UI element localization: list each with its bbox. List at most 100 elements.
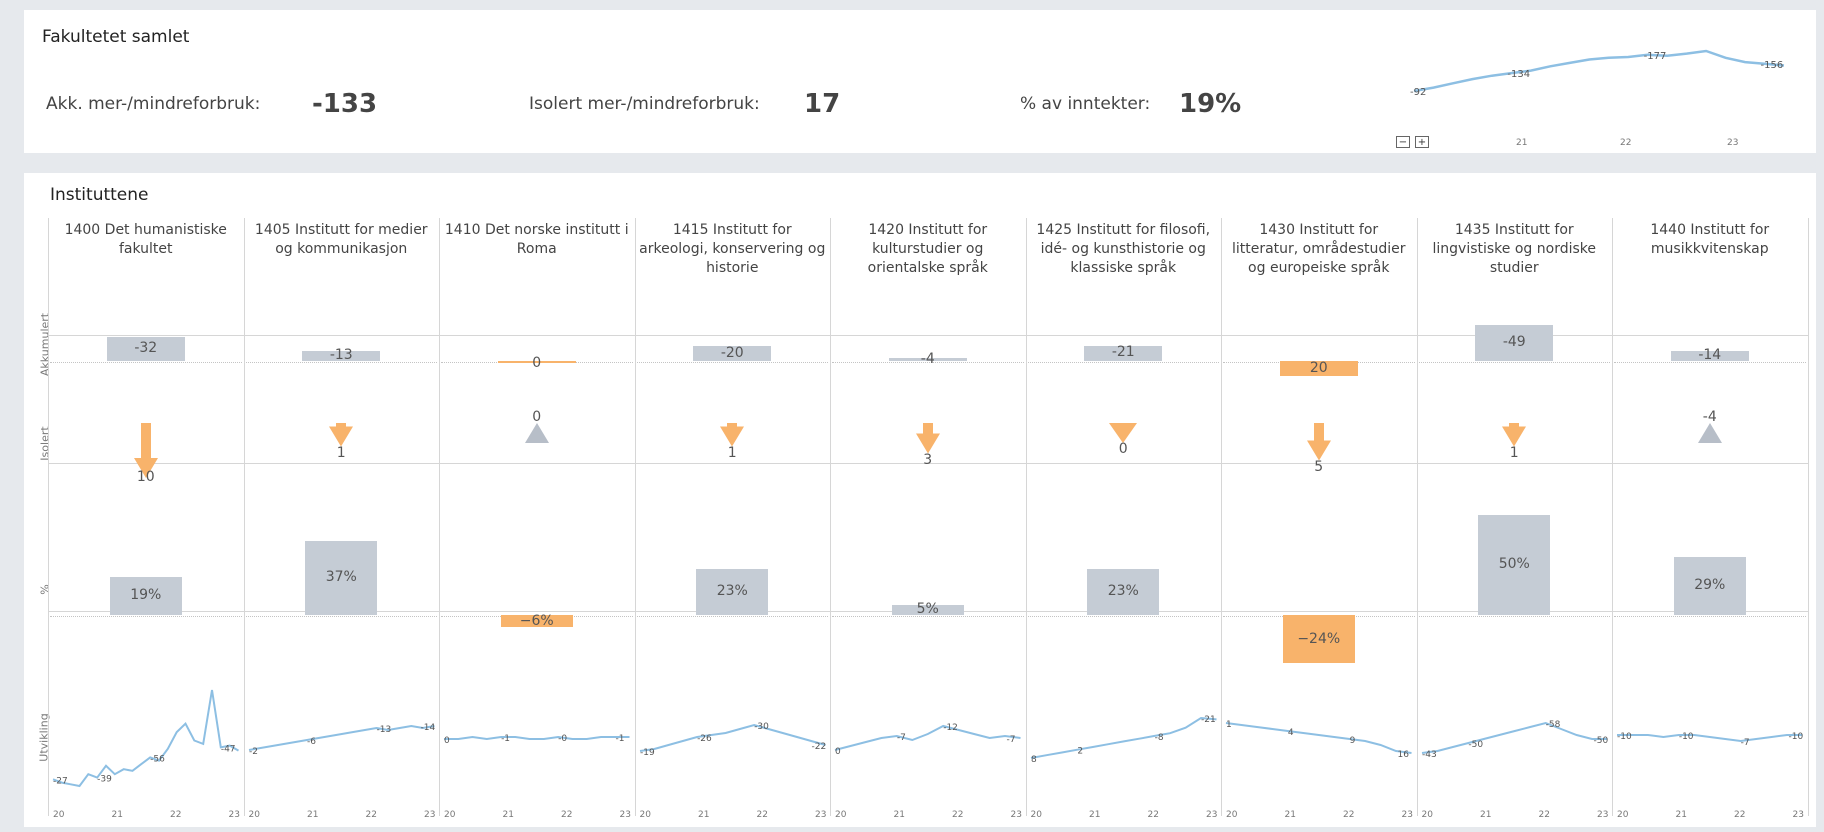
summary-tick: 23 — [1727, 138, 1739, 148]
utvikling-x-tick: 20 — [248, 810, 260, 820]
grid-col-divider — [1221, 218, 1222, 816]
summary-tick: 22 — [1620, 138, 1632, 148]
utvikling-x-tick: 22 — [365, 810, 377, 820]
isolert-arrow-shape — [1697, 423, 1722, 443]
pct-value: 5% — [916, 601, 939, 617]
utvikling-label: 9 — [1350, 736, 1356, 746]
row-baseline-akk — [1027, 361, 1219, 363]
utvikling-x-tick: 21 — [698, 810, 710, 820]
utvikling-x-tick: 20 — [53, 810, 65, 820]
isolert-arrow-shape — [524, 423, 549, 443]
isolert-value: 1 — [727, 444, 737, 461]
kpi-pct-value: 19% — [1179, 89, 1242, 119]
isolert-arrow-shape — [915, 423, 940, 454]
utvikling-label: -6 — [306, 737, 315, 747]
utvikling-x-tick: 20 — [835, 810, 847, 820]
utvikling-label: -12 — [943, 723, 958, 733]
row-baseline-pct — [245, 615, 437, 617]
utvikling-path — [444, 735, 630, 741]
utvikling-x-tick: 21 — [111, 810, 123, 820]
utvikling-sparkline: 0 -1 -0 -1 — [444, 734, 630, 746]
isolert-arrow-shape — [1306, 423, 1331, 461]
utvikling-label: -10 — [1679, 732, 1694, 742]
institute-column-header[interactable]: 1425 Institutt for filosofi, idé- og kun… — [1030, 221, 1218, 278]
pct-value: −6% — [519, 613, 554, 629]
summary-sparkline-label: -156 — [1761, 60, 1784, 71]
kpi-pct-label: % av inntekter: — [1020, 94, 1151, 114]
utvikling-label: -22 — [811, 742, 826, 752]
utvikling-label: -8 — [1154, 733, 1163, 743]
akkumulert-value: 20 — [1309, 360, 1328, 377]
zoom-in-button[interactable]: + — [1415, 136, 1429, 148]
institute-column-header[interactable]: 1420 Institutt for kulturstudier og orie… — [834, 221, 1022, 278]
utvikling-label: 0 — [444, 736, 450, 746]
institute-column-header[interactable]: 1440 Institutt for musikkvitenskap — [1616, 221, 1804, 259]
utvikling-x-tick: 20 — [444, 810, 456, 820]
isolert-value: 5 — [1314, 458, 1324, 475]
isolert-arrow-shape — [720, 423, 745, 447]
utvikling-x-tick: 21 — [1480, 810, 1492, 820]
utvikling-label: -14 — [420, 723, 435, 733]
utvikling-label: -50 — [1468, 740, 1483, 750]
utvikling-path — [1421, 721, 1607, 754]
akkumulert-value: -21 — [1111, 344, 1135, 361]
zoom-out-button[interactable]: − — [1396, 136, 1410, 148]
institute-column-header[interactable]: 1400 Det humanistiske fakultet — [52, 221, 240, 259]
utvikling-x-tick: 23 — [1206, 810, 1218, 820]
summary-sparkline-label: -134 — [1507, 69, 1530, 80]
akkumulert-value: 0 — [532, 355, 542, 371]
utvikling-sparkline: 1 4 9 16 — [1225, 720, 1412, 760]
row-baseline-akk — [50, 361, 242, 363]
utvikling-x-tick: 23 — [619, 810, 631, 820]
row-baseline-pct — [1614, 615, 1806, 617]
utvikling-path — [639, 723, 826, 752]
utvikling-path — [248, 724, 435, 751]
isolert-arrow-shape — [1109, 423, 1138, 443]
summary-sparkline: -92 -134 -177 -156 — [1410, 49, 1785, 98]
utvikling-x-tick: 21 — [307, 810, 319, 820]
utvikling-x-tick: 20 — [1030, 810, 1042, 820]
utvikling-label: -2 — [249, 747, 258, 757]
utvikling-label: 8 — [1031, 755, 1037, 765]
isolert-value: 1 — [1509, 444, 1519, 461]
summary-tick: 21 — [1516, 138, 1528, 148]
institute-column-header[interactable]: 1410 Det norske institutt i Roma — [443, 221, 631, 259]
utvikling-label: 0 — [835, 747, 841, 757]
institute-column-header[interactable]: 1430 Institutt for litteratur, områdestu… — [1225, 221, 1413, 278]
institutes-panel: Instituttene Akkumulert Isolert % Utvikl… — [24, 173, 1816, 827]
utvikling-x-tick: 22 — [1343, 810, 1355, 820]
summary-sparkline-label: -177 — [1644, 51, 1667, 62]
isolert-value: 0 — [532, 409, 542, 425]
utvikling-x-tick: 22 — [1538, 810, 1550, 820]
utvikling-label: -56 — [150, 754, 165, 764]
grid-col-divider — [1025, 218, 1027, 816]
utvikling-label: -39 — [97, 775, 112, 785]
utvikling-x-tick: 23 — [228, 810, 240, 820]
grid-col-divider — [1612, 218, 1613, 816]
isolert-value: 10 — [136, 469, 155, 485]
utvikling-path — [834, 724, 1021, 751]
akkumulert-value: -4 — [920, 350, 935, 367]
utvikling-label: -47 — [221, 744, 236, 754]
utvikling-sparkline: -19 -26 -30 -22 — [639, 722, 826, 758]
utvikling-x-tick: 20 — [1421, 810, 1433, 820]
utvikling-x-tick: 20 — [639, 810, 651, 820]
institute-column-header[interactable]: 1405 Institutt for medier og kommunikasj… — [248, 221, 436, 259]
pct-value: 37% — [325, 569, 357, 585]
utvikling-sparkline: -27 -39 -56 -47 — [52, 689, 239, 788]
isolert-value: -4 — [1702, 409, 1717, 425]
utvikling-path — [1030, 716, 1217, 759]
summary-panel: Fakultetet samlet Akk. mer-/mindreforbru… — [24, 10, 1816, 153]
institute-column-header[interactable]: 1435 Institutt for lingvistiske og nordi… — [1421, 221, 1609, 278]
utvikling-x-tick: 23 — [1597, 810, 1609, 820]
kpi-iso-value: 17 — [804, 89, 841, 119]
grid-col-divider — [1416, 218, 1418, 816]
pct-value: 23% — [1107, 583, 1139, 599]
utvikling-label: -10 — [1789, 732, 1804, 742]
institute-column-header[interactable]: 1415 Institutt for arkeologi, konserveri… — [639, 221, 827, 278]
kpi-akk-value: -133 — [312, 89, 378, 119]
utvikling-label: -30 — [754, 722, 769, 732]
utvikling-x-tick: 22 — [1147, 810, 1159, 820]
akkumulert-value: -49 — [1502, 334, 1526, 350]
isolert-arrow-shape — [1502, 423, 1527, 447]
